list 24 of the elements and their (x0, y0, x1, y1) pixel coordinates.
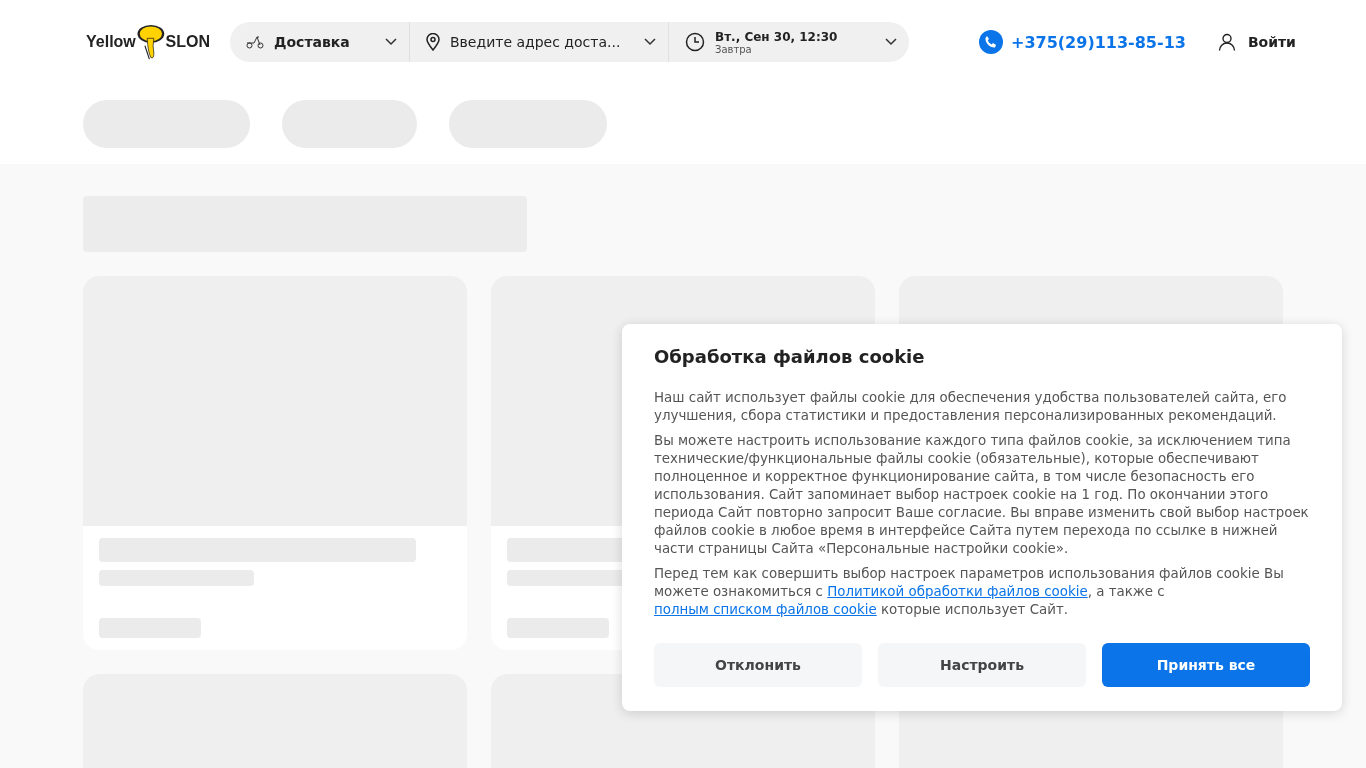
logo-text: SLON (165, 33, 210, 51)
chevron-down-icon (885, 38, 897, 46)
login-button[interactable]: Войти (1217, 33, 1296, 51)
delivery-mode-dropdown[interactable]: Доставка (230, 22, 410, 62)
dialog-button[interactable]: Отклонить (654, 643, 862, 687)
logo-text: Yellow (86, 33, 136, 51)
user-icon (1217, 33, 1236, 51)
accept-button[interactable]: Принять все (1102, 643, 1310, 687)
policy-link[interactable]: полным списком файлов cookie (654, 602, 877, 617)
address-field[interactable]: Введите адрес доста... (410, 22, 669, 62)
scooter-icon (246, 35, 264, 49)
delivery-time-dropdown[interactable]: Вт., Сен 30, 12:30 Завтра (669, 22, 909, 62)
policy-link[interactable]: Политикой обработки файлов cookie (827, 584, 1088, 599)
chevron-down-icon (644, 38, 656, 46)
paragraph: Перед тем как совершить выбор настроек параметров использования файлов cookie Вы можете ознакомиться с Политикой обработки файлов cookie, а также с полным списком файлов cookie которые использует Сайт. (654, 565, 1285, 619)
paragraph: Наш сайт использует файлы cookie для обеспечения удобства пользователей сайта, его улучшения, сбора статистики и предоставления персонализированных рекомендаций. (654, 389, 1288, 425)
clock-icon (685, 32, 705, 52)
dialog-button[interactable]: Настроить (878, 643, 1086, 687)
paragraph: Вы можете настроить использование каждого типа файлов cookie, за исключением типа технические/функциональные файлы cookie (обязательные), которые обеспечивают полноценное и корректное функционирование сайта, в том числе безопасность его использования. Сайт запоминает выбор настроек cookie на 1 год. По окончании этого периода Сайт повторно запросит Ваше согласие. Вы вправе изменить свой выбор настроек файлов cookie в любое время в интерфейсе Сайта путем перехода по ссылке в нижней части страницы Сайта «Персональные настройки cookie». (654, 432, 1310, 558)
dialog-title: Обработка файлов cookie (654, 346, 926, 367)
phone-link[interactable]: +375(29)113-85-13 (1011, 32, 1186, 52)
location-pin-icon (426, 33, 440, 51)
chevron-down-icon (385, 38, 397, 46)
phone-icon (979, 30, 1003, 54)
